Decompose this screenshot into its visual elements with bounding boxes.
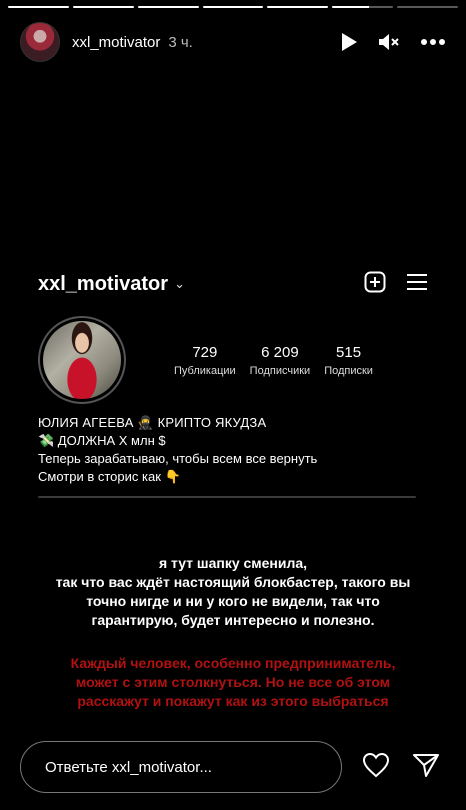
profile-screenshot: xxl_motivator ⌄ 729 Публикации 6 209 Под…	[38, 262, 428, 498]
story-username[interactable]: xxl_motivator	[72, 34, 160, 51]
profile-bio: ЮЛИЯ АГЕЕВА 🥷 КРИПТО ЯКУДЗА 💸 ДОЛЖНА Х м…	[38, 414, 428, 486]
more-icon[interactable]	[420, 38, 446, 46]
bio-line: Теперь зарабатываю, чтобы всем все верну…	[38, 451, 318, 466]
play-icon[interactable]	[340, 32, 358, 52]
progress-segment	[267, 6, 329, 8]
heart-icon[interactable]	[362, 752, 390, 783]
stat-following: 515 Подписки	[324, 343, 373, 377]
profile-username: xxl_motivator	[38, 272, 169, 295]
progress-segment	[202, 6, 264, 8]
progress-segment	[332, 6, 394, 8]
add-square-icon	[364, 271, 386, 298]
story-header: xxl_motivator 3 ч.	[20, 22, 446, 62]
profile-avatar	[38, 316, 126, 404]
divider	[38, 496, 416, 498]
stat-posts: 729 Публикации	[174, 343, 236, 377]
reply-input[interactable]: Ответьте xxl_motivator...	[20, 741, 342, 793]
avatar[interactable]	[20, 22, 60, 62]
story-footer: Ответьте xxl_motivator...	[20, 740, 446, 794]
send-icon[interactable]	[412, 752, 440, 783]
story-caption-white: я тут шапку сменила, так что вас ждёт на…	[55, 555, 411, 628]
chevron-down-icon: ⌄	[174, 276, 185, 291]
hamburger-menu-icon	[406, 273, 428, 296]
progress-segment	[72, 6, 134, 8]
story-caption-red: Каждый человек, особенно предприниматель…	[70, 655, 396, 709]
bio-line: Смотри в сторис как 👇	[38, 469, 181, 484]
story-progress-bar	[8, 6, 459, 8]
reply-placeholder: Ответьте xxl_motivator...	[45, 758, 212, 776]
progress-segment	[397, 6, 459, 8]
progress-segment	[8, 6, 69, 8]
profile-stats: 729 Публикации 6 209 Подписчики 515 Подп…	[174, 344, 373, 377]
bio-line: 💸 ДОЛЖНА Х млн $	[38, 433, 166, 448]
story-time: 3 ч.	[168, 33, 193, 51]
stat-followers: 6 209 Подписчики	[249, 343, 311, 377]
mute-icon[interactable]	[378, 32, 400, 52]
progress-segment	[137, 6, 199, 8]
bio-name: ЮЛИЯ АГЕЕВА 🥷 КРИПТО ЯКУДЗА	[38, 415, 267, 430]
